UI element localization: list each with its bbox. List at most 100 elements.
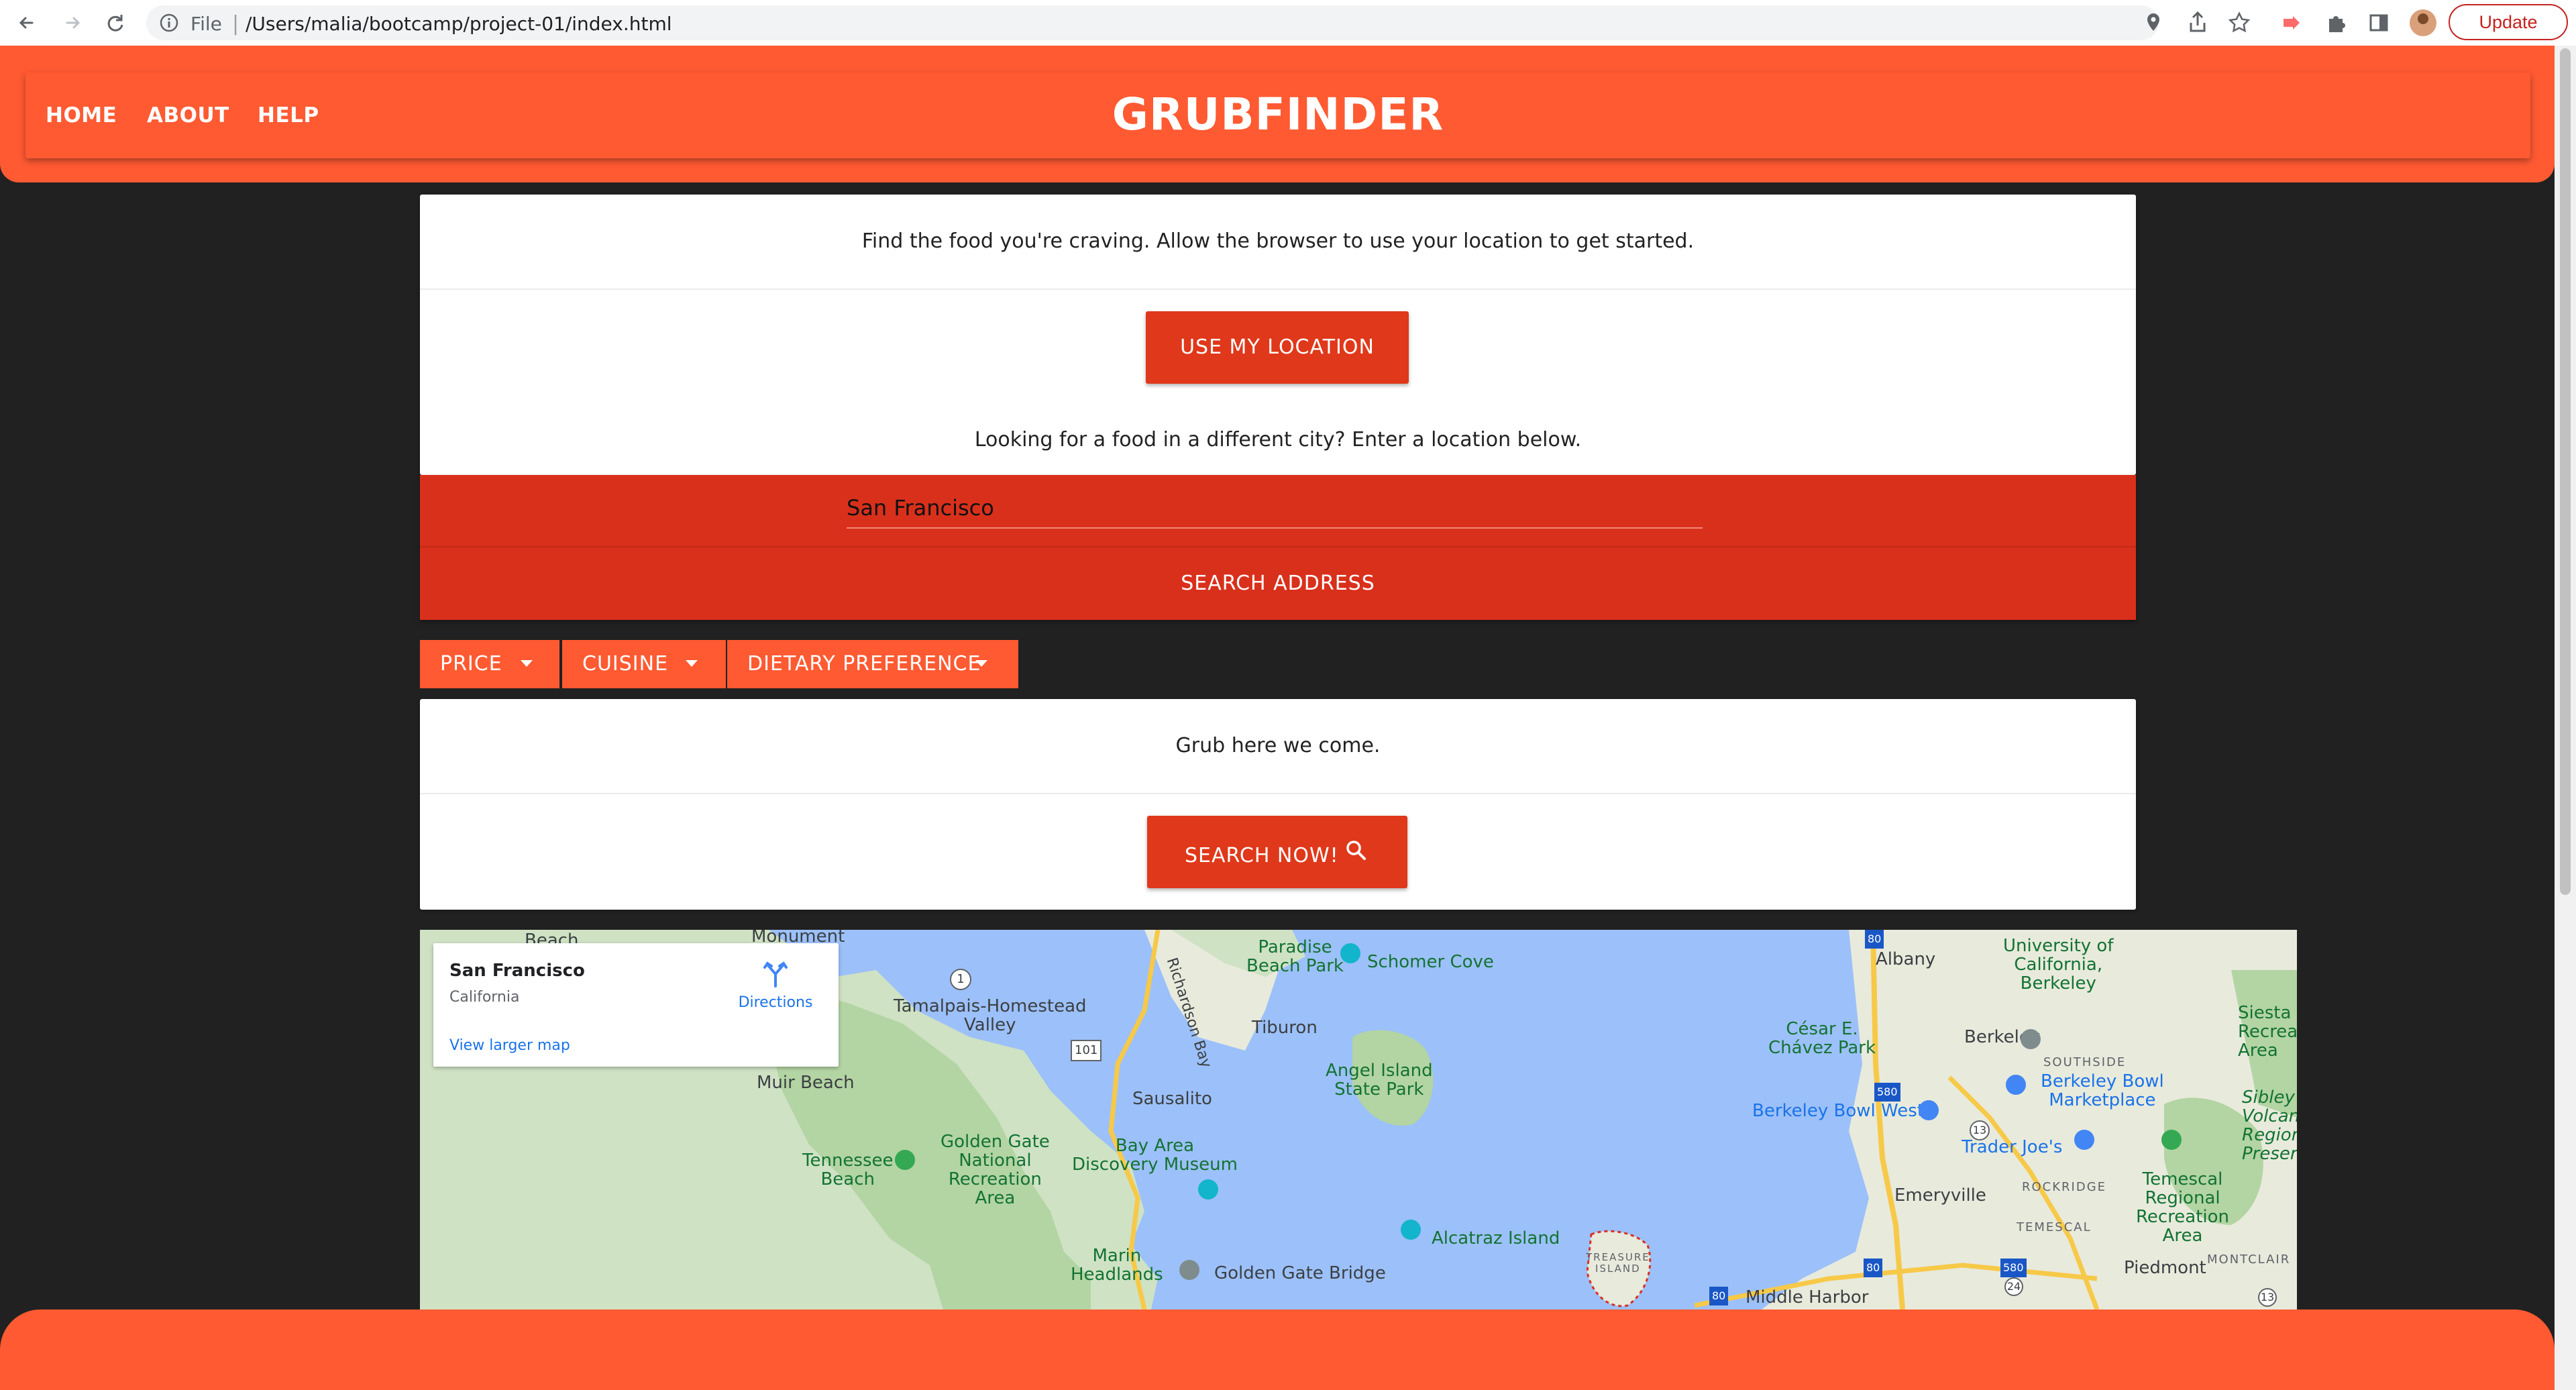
browser-toolbar: File | /Users/malia/bootcamp/project-01/… — [0, 0, 2576, 46]
map-label-marin: Marin Headlands — [1071, 1246, 1163, 1285]
page-footer — [0, 1309, 2555, 1390]
map-label-piedmont: Piedmont — [2124, 1258, 2206, 1278]
park-pin-icon[interactable] — [1339, 942, 1362, 965]
map-label-angel-island: Angel Island State Park — [1326, 1061, 1433, 1100]
dietary-label: DIETARY PREFERENCE — [747, 652, 981, 676]
map-place-subtitle: California — [449, 989, 520, 1006]
share-icon[interactable] — [2184, 9, 2211, 36]
map-label-rockridge: ROCKRIDGE — [2022, 1180, 2107, 1194]
location-pin-icon[interactable] — [2140, 9, 2167, 36]
route-shield: 80 — [1709, 1287, 1729, 1305]
directions-link[interactable]: Directions — [735, 994, 816, 1011]
map-label-cesar-chavez: César E. Chávez Park — [1768, 1019, 1876, 1058]
address-search-panel: SEARCH ADDRESS — [420, 475, 2136, 620]
search-icon — [1343, 837, 1370, 864]
directions-icon[interactable] — [761, 959, 790, 989]
map-label-sibley: Sibley Volcani Regiona Preserv — [2242, 1087, 2297, 1164]
shopping-pin-icon[interactable] — [1917, 1099, 1940, 1122]
extension-icon[interactable] — [2278, 9, 2305, 36]
address-bar[interactable]: File | /Users/malia/bootcamp/project-01/… — [146, 5, 2159, 40]
bridge-pin-icon[interactable] — [1178, 1259, 1201, 1281]
map-label-sausalito: Sausalito — [1132, 1089, 1212, 1109]
address-input[interactable] — [847, 488, 1703, 529]
dietary-preference-dropdown[interactable]: DIETARY PREFERENCE — [727, 640, 1018, 688]
cuisine-label: CUISINE — [582, 652, 669, 676]
route-shield: 24 — [2004, 1277, 2023, 1296]
park-pin-icon[interactable] — [894, 1148, 916, 1171]
shopping-pin-icon[interactable] — [2073, 1128, 2096, 1151]
map-label-berkeley-bowl-west: Berkeley Bowl West — [1752, 1101, 1924, 1121]
price-dropdown[interactable]: PRICE — [420, 640, 559, 688]
route-shield: 1 — [950, 969, 971, 990]
map-label-temescal-park: Temescal Regional Recreation Area — [2136, 1169, 2230, 1246]
search-card: Grub here we come. SEARCH NOW! — [420, 699, 2136, 910]
use-my-location-button[interactable]: USE MY LOCATION — [1146, 311, 1409, 384]
map-embed[interactable]: Beach Monument Paradise Beach Park Schom… — [420, 930, 2297, 1309]
map-info-card: San Francisco California Directions View… — [433, 943, 839, 1067]
route-shield: 580 — [2000, 1259, 2027, 1277]
search-address-button[interactable]: SEARCH ADDRESS — [420, 547, 2136, 620]
chevron-down-icon — [521, 660, 533, 667]
tagline-text: Grub here we come. — [1175, 734, 1381, 757]
map-label-schomer: Schomer Cove — [1367, 952, 1494, 972]
update-button[interactable]: Update — [2449, 4, 2568, 40]
map-label-paradise: Paradise Beach Park — [1246, 937, 1344, 976]
reload-icon[interactable] — [101, 8, 130, 38]
url-separator: | — [232, 12, 239, 36]
museum-pin-icon[interactable] — [1197, 1178, 1220, 1201]
map-label-southside: SOUTHSIDE — [2043, 1055, 2127, 1069]
profile-avatar[interactable] — [2410, 9, 2436, 36]
map-label-muir: Muir Beach — [757, 1073, 855, 1093]
chevron-down-icon — [975, 660, 987, 667]
different-city-text: Looking for a food in a different city? … — [974, 428, 1582, 451]
park-pin-icon[interactable] — [2160, 1128, 2183, 1151]
url-text[interactable]: /Users/malia/bootcamp/project-01/index.h… — [246, 13, 672, 35]
puzzle-icon[interactable] — [2322, 9, 2349, 36]
map-label-tamalpais: Tamalpais-Homestead Valley — [894, 996, 1087, 1035]
price-label: PRICE — [440, 652, 502, 676]
route-shield: 80 — [1864, 1259, 1883, 1277]
map-place-title: San Francisco — [449, 961, 585, 981]
map-label-temescal: TEMESCAL — [2017, 1220, 2092, 1234]
sidebar-icon[interactable] — [2365, 9, 2392, 36]
shopping-pin-icon[interactable] — [2004, 1073, 2027, 1096]
map-label-montclair: MONTCLAIR — [2207, 1252, 2291, 1267]
search-now-button[interactable]: SEARCH NOW! — [1147, 816, 1407, 888]
scrollbar-thumb[interactable] — [2560, 48, 2571, 895]
search-now-label: SEARCH NOW! — [1185, 844, 1339, 867]
map-label-golden-gate-bridge: Golden Gate Bridge — [1214, 1263, 1386, 1283]
card-divider — [420, 793, 2136, 794]
campus-pin-icon[interactable] — [2019, 1028, 2042, 1051]
star-icon[interactable] — [2226, 9, 2253, 36]
map-label-alcatraz: Alcatraz Island — [1432, 1228, 1560, 1248]
map-label-uc-berkeley: University of California, Berkeley — [2003, 936, 2114, 994]
chevron-down-icon — [686, 660, 698, 667]
map-label-emeryville: Emeryville — [1894, 1185, 1986, 1206]
back-arrow-icon[interactable] — [12, 8, 42, 38]
file-label: File — [191, 13, 222, 35]
route-shield: 101 — [1071, 1040, 1102, 1061]
map-label-albany: Albany — [1876, 949, 1936, 969]
intro-text: Find the food you're craving. Allow the … — [861, 229, 1695, 253]
map-label-trader-joes: Trader Joe's — [1962, 1137, 2063, 1157]
map-label-golden-gate-nra: Golden Gate National Recreation Area — [941, 1132, 1050, 1208]
map-label-bay-area-museum: Bay Area Discovery Museum — [1072, 1136, 1238, 1175]
info-icon[interactable] — [157, 11, 181, 35]
route-shield: 580 — [1874, 1083, 1900, 1102]
map-label-tiburon: Tiburon — [1252, 1018, 1318, 1038]
brand-logo[interactable]: GRUBFINDER — [25, 89, 2530, 140]
route-shield: 13 — [2258, 1288, 2277, 1307]
location-card: Find the food you're craving. Allow the … — [420, 195, 2136, 475]
map-label-treasure-island: TREASURE ISLAND — [1586, 1251, 1650, 1275]
landmark-pin-icon[interactable] — [1399, 1218, 1422, 1241]
view-larger-map-link[interactable]: View larger map — [449, 1037, 570, 1054]
map-label-siesta-valley: Siesta Vall Recreatio Area — [2238, 1003, 2297, 1061]
card-divider — [420, 288, 2136, 290]
route-shield: 80 — [1865, 930, 1884, 949]
map-label-tennessee: Tennessee Beach — [802, 1151, 894, 1189]
forward-arrow-icon[interactable] — [58, 8, 87, 38]
navbar: HOME ABOUT HELP GRUBFINDER — [25, 72, 2530, 158]
page-scrollbar[interactable] — [2555, 46, 2576, 1390]
cuisine-dropdown[interactable]: CUISINE — [562, 640, 726, 688]
route-shield: 13 — [1970, 1120, 1990, 1140]
